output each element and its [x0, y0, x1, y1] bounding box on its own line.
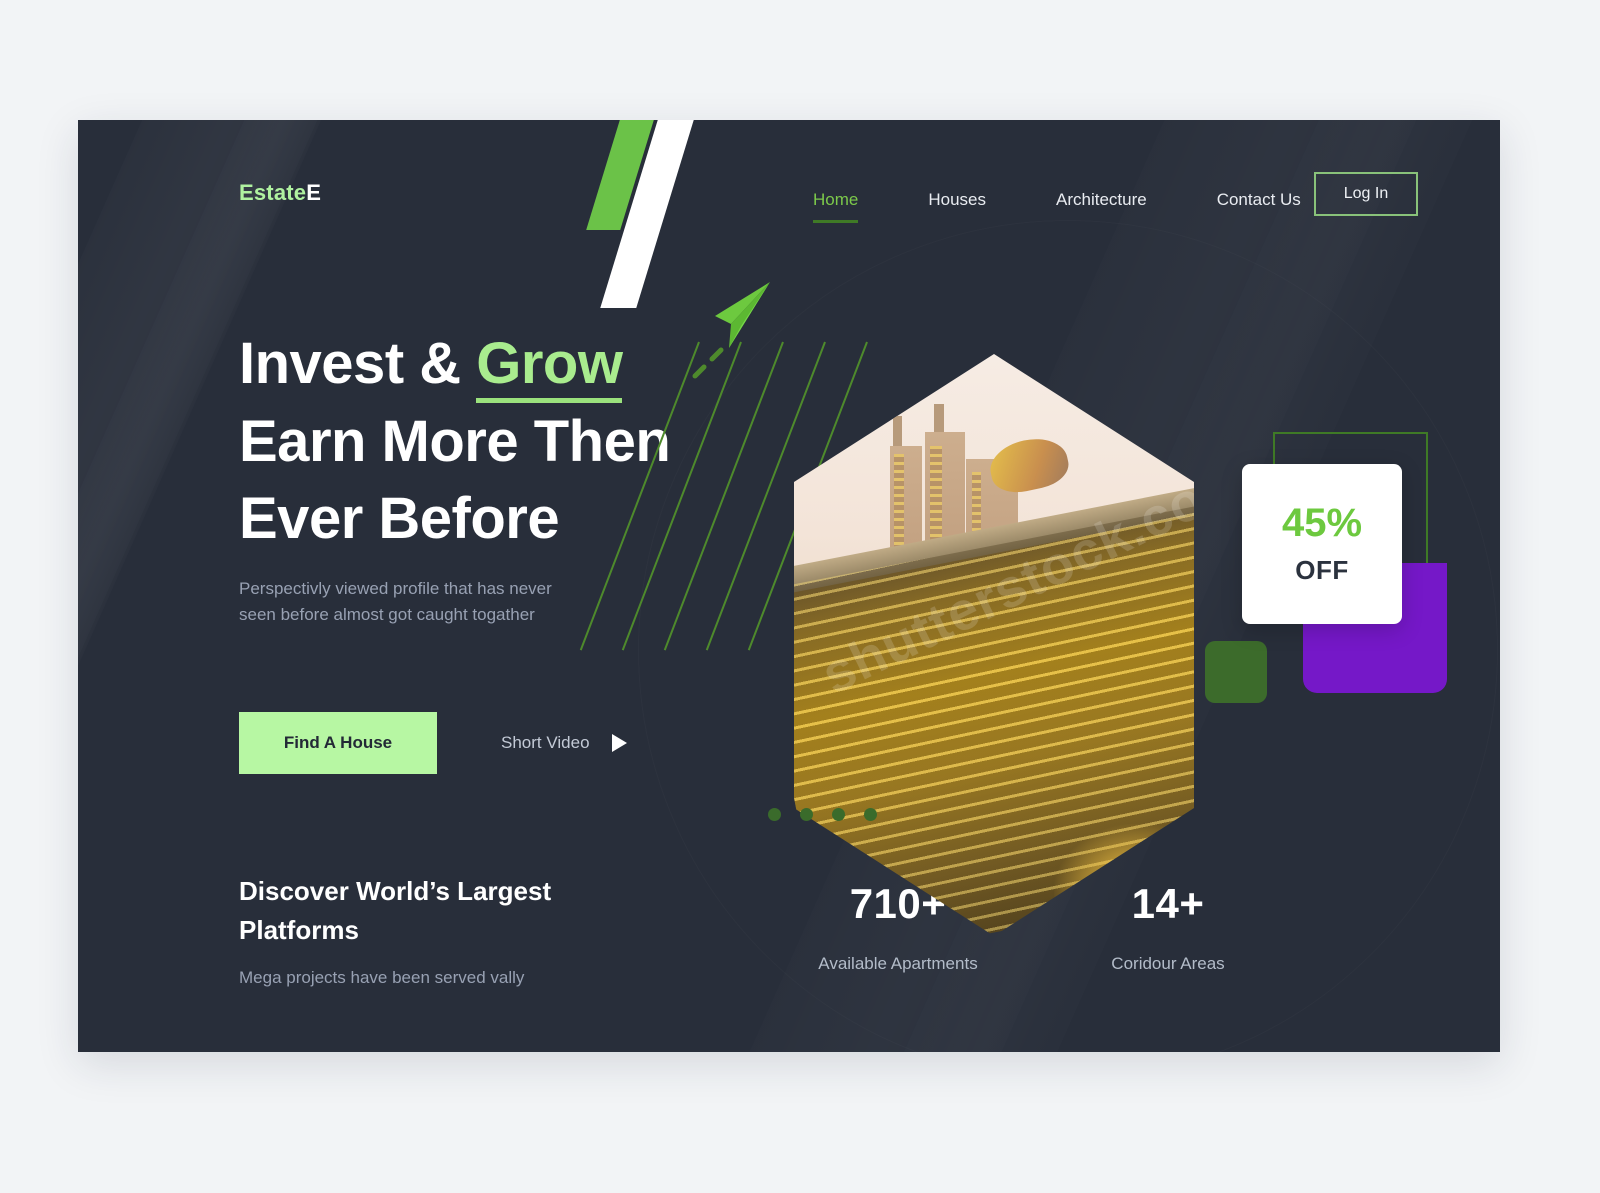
stat-label: Coridour Areas: [1111, 954, 1225, 973]
carousel-dot[interactable]: [800, 808, 813, 821]
stat-label: Available Apartments: [818, 954, 978, 973]
page-root: EstateE Home Houses Architecture Contact…: [0, 0, 1600, 1193]
find-a-house-button[interactable]: Find A House: [239, 712, 437, 774]
short-video-link[interactable]: Short Video: [501, 733, 627, 753]
paper-plane-icon: [673, 272, 783, 382]
hero-cta-row: Find A House Short Video: [239, 712, 627, 774]
carousel-dot[interactable]: [864, 808, 877, 821]
discount-off-label: OFF: [1295, 554, 1349, 585]
brand-name-accent: E: [306, 180, 322, 205]
photo-bridge: [794, 475, 1194, 936]
hero-headline: Invest & Grow Earn More Then Ever Before: [239, 325, 671, 558]
headline-line2: Earn More Then: [239, 408, 671, 474]
stat-value: 14+: [1131, 880, 1205, 927]
nav-item-contact-us[interactable]: Contact Us: [1217, 186, 1301, 214]
brand-name-primary: Estate: [239, 180, 307, 205]
discover-subtitle: Mega projects have been served vally: [239, 968, 525, 987]
discount-percent: 45%: [1281, 500, 1363, 545]
main-navigation: Home Houses Architecture Contact Us: [813, 186, 1301, 223]
hero-card: EstateE Home Houses Architecture Contact…: [78, 120, 1500, 1052]
square-green-decoration: [1205, 641, 1267, 703]
headline-highlight-grow: Grow: [476, 331, 623, 403]
hero-subcopy: Perspectivly viewed profile that has nev…: [239, 579, 552, 625]
carousel-dot[interactable]: [832, 808, 845, 821]
nav-item-home[interactable]: Home: [813, 186, 859, 223]
photo-tower-cap: [893, 416, 902, 450]
headline-line3: Ever Before: [239, 486, 560, 552]
nav-item-architecture[interactable]: Architecture: [1056, 186, 1147, 214]
play-icon[interactable]: [611, 734, 627, 752]
short-video-label: Short Video: [501, 733, 590, 752]
nav-item-houses[interactable]: Houses: [928, 186, 986, 214]
discount-badge: 45% OFF: [1242, 464, 1402, 624]
carousel-dots: [768, 808, 877, 821]
login-button[interactable]: Log In: [1314, 172, 1418, 216]
stat-item: 14+ Coridour Areas: [1038, 880, 1298, 974]
discover-title: Discover World’s Largest Platforms: [239, 876, 552, 945]
carousel-dot[interactable]: [768, 808, 781, 821]
headline-line1-prefix: Invest &: [239, 331, 477, 396]
brand-logo[interactable]: EstateE: [239, 180, 321, 206]
